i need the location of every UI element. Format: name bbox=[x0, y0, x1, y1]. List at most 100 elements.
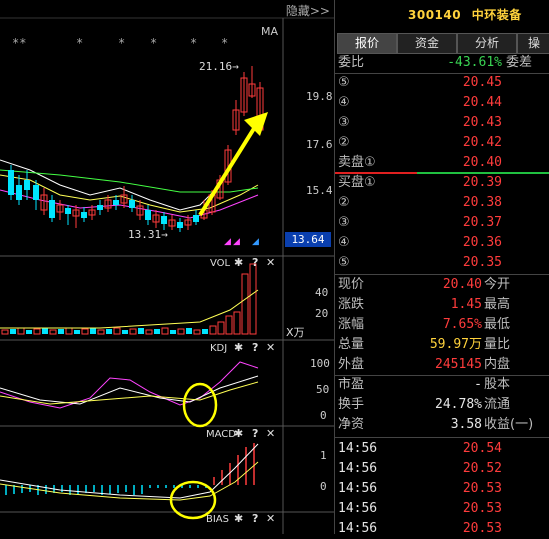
price-axis-label: 15.4 bbox=[306, 184, 333, 197]
volume-bar bbox=[58, 329, 64, 334]
candle-body bbox=[145, 210, 151, 220]
candle-body bbox=[113, 200, 119, 205]
ask-price: 20.44 bbox=[462, 95, 502, 110]
help-icon[interactable]: ? bbox=[252, 427, 258, 440]
volume-bar bbox=[74, 330, 80, 334]
volume-bar bbox=[138, 328, 144, 334]
stat-label-secondary: 股本 bbox=[484, 377, 511, 392]
gear-icon[interactable]: ✱ bbox=[234, 341, 243, 354]
tab-funds[interactable]: 资金 bbox=[397, 33, 457, 54]
high-price-label: 21.16→ bbox=[199, 60, 239, 73]
volume-bar bbox=[10, 329, 16, 334]
kline-chart[interactable]: ◢ ◢ ◢ bbox=[0, 0, 334, 534]
quote-stat-row: 市盈 - 股本 bbox=[338, 375, 548, 395]
kdj-highlight-circle bbox=[182, 382, 218, 428]
candle-body bbox=[81, 212, 87, 218]
star-marker: * bbox=[118, 36, 126, 50]
ask-level-label: ② bbox=[338, 135, 350, 150]
macd-axis-label: 1 bbox=[320, 449, 327, 462]
tab-quote[interactable]: 报价 bbox=[337, 33, 397, 54]
vol-panel-title: VOL bbox=[210, 258, 231, 269]
bid-level-row: ④ 20.36 bbox=[338, 233, 548, 253]
stat-label-secondary: 最高 bbox=[484, 297, 511, 312]
current-price-tag: 13.64 bbox=[285, 232, 331, 247]
volume-bar bbox=[177, 328, 185, 335]
stat-label-secondary: 今开 bbox=[484, 277, 511, 292]
gear-icon[interactable]: ✱ bbox=[234, 427, 243, 440]
ask-level-row: 卖盘① 20.40 bbox=[338, 153, 548, 173]
bid-price: 20.39 bbox=[462, 175, 502, 190]
stat-value: 1.45 bbox=[450, 297, 482, 312]
help-icon[interactable]: ? bbox=[252, 256, 258, 269]
close-icon[interactable]: ✕ bbox=[266, 256, 275, 269]
volume-bar bbox=[65, 327, 73, 335]
volume-bar bbox=[154, 329, 160, 334]
candle-body bbox=[161, 216, 167, 224]
kdj-panel-title: KDJ bbox=[210, 343, 228, 354]
bid-level-row: ② 20.38 bbox=[338, 193, 548, 213]
tick-price: 20.53 bbox=[462, 521, 502, 536]
stat-label-secondary: 量比 bbox=[484, 337, 511, 352]
stat-value: 3.58 bbox=[450, 417, 482, 432]
ask-price: 20.40 bbox=[462, 155, 502, 170]
ask-level-row: ⑤ 20.45 bbox=[338, 73, 548, 93]
volume-bar bbox=[225, 315, 233, 335]
tick-time: 14:56 bbox=[338, 461, 378, 476]
stat-label: 涨跌 bbox=[338, 297, 365, 312]
star-marker: * bbox=[150, 36, 158, 50]
help-icon[interactable]: ? bbox=[252, 512, 258, 525]
tick-time: 14:56 bbox=[338, 481, 378, 496]
panel-divider bbox=[334, 0, 335, 534]
bid-price: 20.37 bbox=[462, 215, 502, 230]
tick-time: 14:56 bbox=[338, 441, 378, 456]
weicha-label: 委差 bbox=[506, 55, 533, 70]
volume-bar bbox=[129, 328, 137, 335]
candle-body bbox=[97, 205, 103, 210]
stat-label: 市盈 bbox=[338, 377, 365, 392]
vol-unit-label: X万 bbox=[286, 326, 305, 339]
ask-price: 20.45 bbox=[462, 75, 502, 90]
volume-bar bbox=[17, 327, 25, 335]
tick-row: 14:56 20.52 bbox=[338, 459, 548, 479]
gear-icon[interactable]: ✱ bbox=[234, 512, 243, 525]
stat-label: 外盘 bbox=[338, 357, 365, 372]
kdj-axis-label: 0 bbox=[320, 409, 327, 422]
macd-axis-label: 0 bbox=[320, 480, 327, 493]
volume-bar bbox=[113, 327, 121, 335]
tick-time: 14:56 bbox=[338, 501, 378, 516]
close-icon[interactable]: ✕ bbox=[266, 341, 275, 354]
volume-bar bbox=[249, 263, 257, 335]
ask-level-label: ⑤ bbox=[338, 75, 350, 90]
ask-level-row: ④ 20.44 bbox=[338, 93, 548, 113]
candle-body bbox=[65, 208, 71, 214]
volume-bar bbox=[122, 330, 128, 334]
close-icon[interactable]: ✕ bbox=[266, 427, 275, 440]
tick-row: 14:56 20.54 bbox=[338, 439, 548, 459]
bid-level-label: ⑤ bbox=[338, 255, 350, 270]
star-marker: ** bbox=[12, 36, 27, 50]
bid-price: 20.36 bbox=[462, 235, 502, 250]
help-icon[interactable]: ? bbox=[252, 341, 258, 354]
stat-value: 20.40 bbox=[442, 277, 482, 292]
ask-level-label: ④ bbox=[338, 95, 350, 110]
volume-bar bbox=[241, 273, 249, 335]
volume-bar bbox=[1, 329, 9, 335]
close-icon[interactable]: ✕ bbox=[266, 512, 275, 525]
vol-axis-label: 20 bbox=[315, 307, 329, 320]
tab-analysis[interactable]: 分析 bbox=[457, 33, 517, 54]
volume-bar bbox=[81, 328, 89, 335]
quote-stat-row: 净资 3.58 收益(一) bbox=[338, 415, 548, 435]
trend-arrow-shaft bbox=[198, 120, 260, 217]
bid-price: 20.38 bbox=[462, 195, 502, 210]
tab-operate[interactable]: 操 bbox=[517, 33, 549, 54]
signal-marker: ◢ bbox=[252, 237, 259, 247]
gear-icon[interactable]: ✱ bbox=[234, 256, 243, 269]
ask-level-label: 卖盘① bbox=[338, 155, 376, 170]
volume-bar bbox=[90, 328, 96, 334]
stat-value: 7.65% bbox=[442, 317, 482, 332]
stat-label: 换手 bbox=[338, 397, 365, 412]
star-marker: * bbox=[190, 36, 198, 50]
quote-stat-row: 外盘 245145 内盘 bbox=[338, 355, 548, 375]
candle-body bbox=[33, 185, 39, 200]
quote-stat-row: 涨跌 1.45 最高 bbox=[338, 295, 548, 315]
